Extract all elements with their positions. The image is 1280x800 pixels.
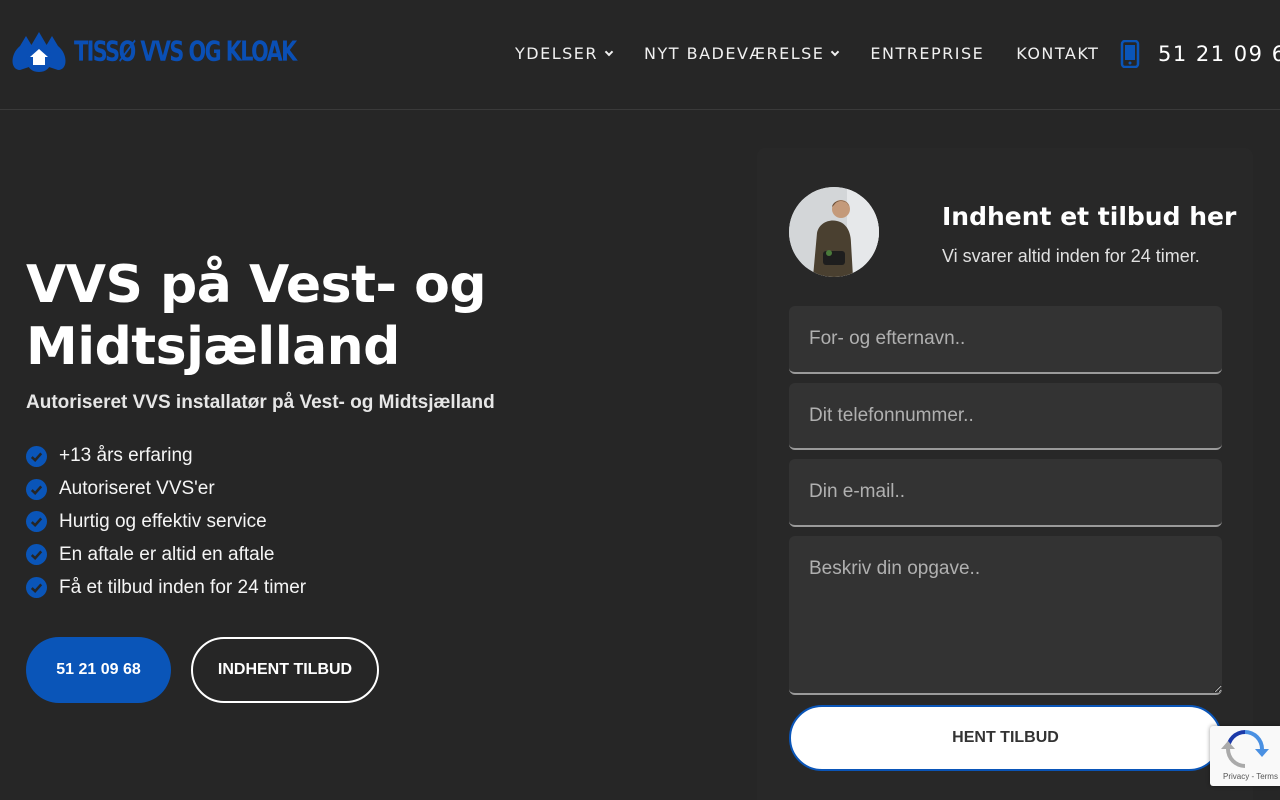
list-item: En aftale er altid en aftale [26,538,306,571]
house-drops-logo-icon [12,32,66,72]
site-header: TISSØ VVS OG KLOAK YDELSER NYT BADEVÆREL… [0,0,1280,110]
nav-item-nyt-badevaerelse[interactable]: NYT BADEVÆRELSE [644,44,840,63]
name-field[interactable] [789,306,1222,374]
list-item: +13 års erfaring [26,440,306,473]
chevron-down-icon [604,47,614,56]
header-phone-number: 51 21 09 68 [1158,42,1280,66]
logo-text: TISSØ VVS OG KLOAK [74,36,297,68]
recaptcha-badge[interactable]: Privacy - Terms [1210,726,1280,786]
call-phone-button[interactable]: 51 21 09 68 [26,637,171,703]
form-subtitle: Vi svarer altid inden for 24 timer. [942,246,1200,266]
plumber-photo [789,187,879,277]
feature-list: +13 års erfaring Autoriseret VVS'er Hurt… [26,440,306,604]
hero-subtitle: Autoriseret VVS installatør på Vest- og … [26,392,495,413]
submit-quote-button[interactable]: HENT TILBUD [789,705,1222,771]
feature-text: Hurtig og effektiv service [59,510,267,532]
list-item: Hurtig og effektiv service [26,506,306,539]
nav-item-label: ENTREPRISE [870,44,985,63]
check-circle-icon [26,445,47,467]
hero-title: VVS på Vest- og Midtsjælland [26,255,487,377]
nav-item-label: NYT BADEVÆRELSE [644,44,825,63]
nav-item-entreprise[interactable]: ENTREPRISE [870,44,984,63]
check-circle-icon [26,478,47,500]
mobile-phone-icon [1120,40,1140,68]
avatar [789,187,879,277]
nav-item-label: KONTAKT [1016,44,1100,63]
email-field[interactable] [789,459,1222,527]
feature-text: En aftale er altid en aftale [59,543,275,565]
nav-item-ydelser[interactable]: YDELSER [515,44,614,63]
check-circle-icon [26,544,47,566]
list-item: Få et tilbud inden for 24 timer [26,571,306,604]
header-phone-link[interactable]: 51 21 09 68 [1120,40,1280,68]
main-nav: YDELSER NYT BADEVÆRELSE ENTREPRISE KONTA… [515,44,1131,63]
site-logo[interactable]: TISSØ VVS OG KLOAK [10,30,297,74]
recaptcha-icon [1221,730,1269,768]
feature-text: Autoriseret VVS'er [59,478,215,500]
feature-text: +13 års erfaring [59,445,193,467]
nav-item-kontakt[interactable]: KONTAKT [1016,44,1099,63]
recaptcha-terms[interactable]: Privacy - Terms [1223,772,1278,781]
phone-field[interactable] [789,383,1222,450]
check-circle-icon [26,577,47,599]
feature-text: Få et tilbud inden for 24 timer [59,576,307,598]
list-item: Autoriseret VVS'er [26,473,306,506]
check-circle-icon [26,511,47,533]
request-quote-button[interactable]: INDHENT TILBUD [191,637,379,703]
message-field[interactable] [789,536,1222,695]
chevron-down-icon [831,47,840,56]
form-title: Indhent et tilbud her [942,202,1237,231]
nav-item-label: YDELSER [515,44,598,63]
